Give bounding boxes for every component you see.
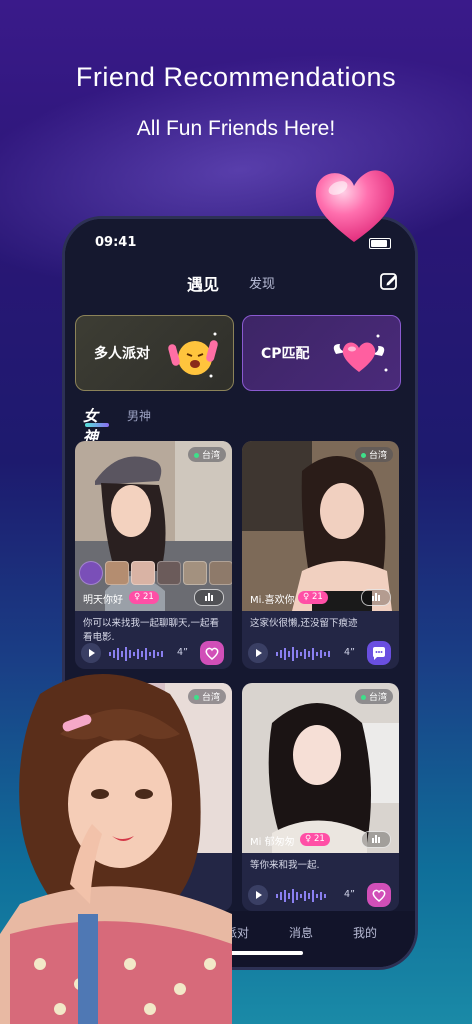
top-nav: 遇见 发现 — [65, 267, 415, 295]
promo-subline: All Fun Friends Here! — [136, 117, 336, 140]
profile-card[interactable]: 台湾 Mi.喜欢你 ♀ 21 这家伙很懒,还没留下痕迹 4” — [242, 441, 399, 669]
online-dot-icon — [193, 453, 199, 458]
waveform-icon — [109, 647, 163, 661]
online-dot-icon — [360, 453, 366, 458]
model-portrait — [0, 674, 232, 1024]
avatar[interactable] — [209, 561, 232, 585]
tab-messages[interactable]: 消息 — [289, 924, 313, 941]
chat-icon[interactable] — [367, 641, 391, 665]
avatar[interactable] — [157, 561, 181, 585]
online-dot-icon — [360, 695, 366, 700]
avatar[interactable] — [131, 561, 155, 585]
profile-photo — [242, 683, 399, 853]
play-icon[interactable] — [81, 643, 101, 663]
age-badge: ♀ 21 — [129, 591, 159, 604]
profile-bio: 等你来和我一起. — [250, 860, 320, 871]
age-badge: ♀ 21 — [300, 833, 330, 846]
feature-cards: 多人派对 CP匹配 — [75, 315, 405, 391]
profile-card[interactable]: 台湾 Mi 郁匆匆 ♀ 21 等你来和我一起. 4” — [242, 683, 399, 911]
winged-heart-icon — [333, 334, 388, 372]
voice-message: 4” — [81, 641, 224, 665]
tab-meet[interactable]: 遇见 — [187, 271, 219, 295]
age-text: 21 — [311, 592, 323, 602]
tab-mine[interactable]: 我的 — [353, 924, 377, 941]
profile-bio: 这家伙很懒,还没留下痕迹 — [250, 618, 358, 629]
avatar[interactable] — [183, 561, 207, 585]
floating-heart-icon — [315, 170, 395, 242]
voice-message: 4” — [248, 641, 391, 665]
status-time: 09:41 — [95, 235, 137, 250]
tab-indicator — [85, 423, 109, 427]
avatar[interactable] — [79, 561, 103, 585]
waveform-icon — [276, 889, 326, 903]
age-text: 21 — [142, 592, 154, 602]
voice-intro-button[interactable] — [361, 589, 391, 606]
profile-photo — [242, 441, 399, 611]
age-badge: ♀ 21 — [298, 591, 328, 604]
party-card-label: 多人派对 — [94, 346, 150, 362]
voice-intro-button[interactable] — [194, 589, 224, 606]
location-badge: 台湾 — [354, 447, 393, 462]
profile-bio: 你可以来找我一起聊聊天,一起看看电影. — [83, 618, 220, 643]
voice-duration: 4” — [177, 647, 188, 658]
name-row: Mi.喜欢你 ♀ 21 — [242, 587, 399, 609]
name-row: 明天你好 ♀ 21 — [75, 587, 232, 609]
voice-message: 4” — [248, 883, 391, 907]
avatar[interactable] — [105, 561, 129, 585]
profile-card[interactable]: 台湾 明天你好 ♀ 21 你可以来找我一起聊聊天,一起看看电影. 4” — [75, 441, 232, 669]
heart-icon[interactable] — [200, 641, 224, 665]
play-icon[interactable] — [248, 885, 268, 905]
edit-icon[interactable] — [379, 271, 399, 291]
location-badge: 台湾 — [187, 447, 226, 462]
party-emoji-icon — [168, 332, 218, 378]
profile-name: Mi.喜欢你 — [250, 595, 295, 606]
location-badge: 台湾 — [354, 689, 393, 704]
profile-name: Mi 郁匆匆 — [250, 837, 295, 848]
voice-duration: 4” — [344, 647, 355, 658]
location-text: 台湾 — [368, 693, 387, 703]
voice-intro-button[interactable] — [361, 831, 391, 848]
profile-photo — [75, 441, 232, 611]
voice-duration: 4” — [344, 889, 355, 900]
promo-headline: Friend Recommendations — [75, 62, 397, 92]
party-card[interactable]: 多人派对 — [75, 315, 234, 391]
location-text: 台湾 — [368, 451, 387, 461]
waveform-icon — [276, 647, 330, 661]
age-text: 21 — [313, 834, 325, 844]
tab-male[interactable]: 男神 — [127, 407, 151, 424]
profile-name: 明天你好 — [83, 595, 123, 606]
tab-discover[interactable]: 发现 — [249, 273, 275, 292]
play-icon[interactable] — [248, 643, 268, 663]
location-text: 台湾 — [201, 451, 220, 461]
name-row: Mi 郁匆匆 ♀ 21 — [242, 829, 399, 851]
cp-card-label: CP匹配 — [261, 346, 310, 362]
cp-match-card[interactable]: CP匹配 — [242, 315, 401, 391]
heart-icon[interactable] — [367, 883, 391, 907]
